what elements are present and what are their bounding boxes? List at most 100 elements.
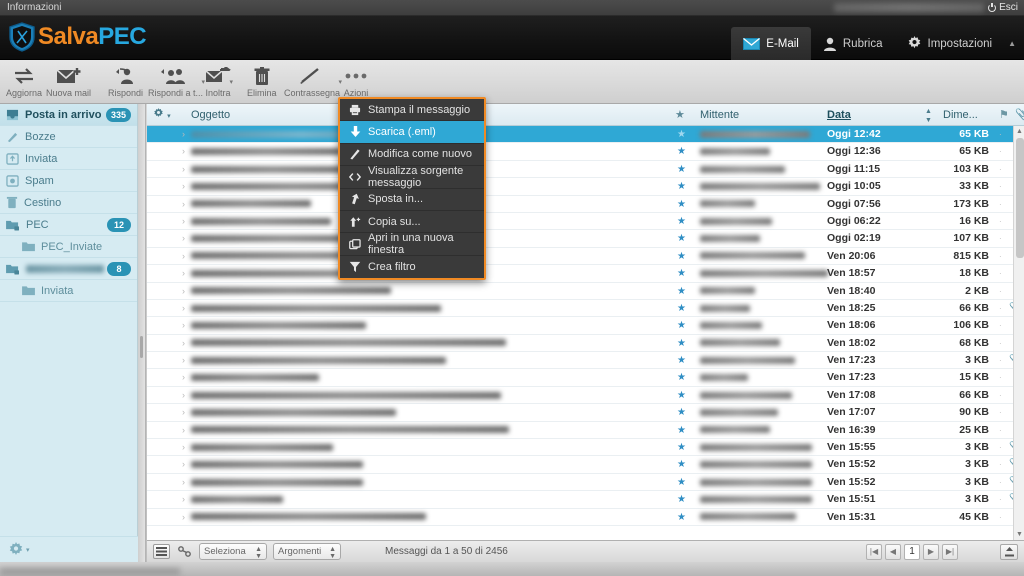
page-prev-button[interactable]: ◀ <box>885 543 901 560</box>
flag-column-dot[interactable]: · <box>999 369 1002 386</box>
star-icon[interactable]: ★ <box>677 265 686 282</box>
star-icon[interactable]: ★ <box>677 230 686 247</box>
caret-up-icon[interactable]: ▲ <box>1014 126 1024 137</box>
message-row[interactable]: ›★Ven 15:553 KB·📎 <box>147 439 1024 457</box>
star-icon[interactable]: ★ <box>675 104 685 126</box>
message-row[interactable]: › ★ Oggi 10:05 33 KB · <box>147 178 1024 196</box>
toolbar-contrassegna-button[interactable]: Contrassegna ▾ <box>284 62 343 102</box>
flag-column-dot[interactable]: · <box>999 178 1002 195</box>
star-icon[interactable]: ★ <box>677 196 686 213</box>
star-icon[interactable]: ★ <box>677 248 686 265</box>
sidebar-folder-spam[interactable]: Spam <box>0 170 137 192</box>
flag-column-dot[interactable]: · <box>999 300 1002 317</box>
page-last-button[interactable]: ▶| <box>942 543 958 560</box>
star-icon[interactable]: ★ <box>677 317 686 334</box>
splitter-grip[interactable] <box>140 336 143 358</box>
message-row[interactable]: ›★Ven 17:233 KB·📎 <box>147 352 1024 370</box>
page-first-button[interactable]: |◀ <box>866 543 882 560</box>
tab-impostazioni[interactable]: Impostazioni <box>895 27 1005 60</box>
star-icon[interactable]: ★ <box>677 509 686 526</box>
caret-down-icon[interactable]: ▼ <box>1014 529 1024 540</box>
sidebar-folder-bozze[interactable]: Bozze <box>0 126 137 148</box>
flag-column-dot[interactable]: · <box>999 422 1002 439</box>
toolbar-inoltra-button[interactable]: Inoltra ▾ <box>205 62 233 102</box>
star-icon[interactable]: ★ <box>677 387 686 404</box>
message-row[interactable]: › ★ Ven 17:07 90 KB · <box>147 404 1024 422</box>
message-row[interactable]: › ★ Ven 20:06 815 KB · <box>147 248 1024 266</box>
star-icon[interactable]: ★ <box>677 456 686 473</box>
star-icon[interactable]: ★ <box>677 439 686 456</box>
message-row[interactable]: › ★ Ven 18:06 106 KB · <box>147 317 1024 335</box>
gear-icon[interactable] <box>8 541 24 558</box>
star-icon[interactable]: ★ <box>677 491 686 508</box>
message-row[interactable]: ›★Ven 15:513 KB·📎 <box>147 491 1024 509</box>
flag-column-dot[interactable]: · <box>999 439 1002 456</box>
column-header-mittente[interactable]: Mittente <box>700 104 739 126</box>
message-row[interactable]: › ★ Oggi 07:56 173 KB · <box>147 196 1024 213</box>
star-icon[interactable]: ★ <box>677 335 686 352</box>
settings-caret-icon[interactable]: ▾ <box>26 546 30 554</box>
flag-column-dot[interactable]: · <box>999 456 1002 473</box>
message-row[interactable]: › ★ Ven 16:39 25 KB · <box>147 422 1024 440</box>
menu-item-stampa-il-messaggio[interactable]: Stampa il messaggio <box>340 99 484 122</box>
star-icon[interactable]: ★ <box>677 474 686 491</box>
menu-item-sposta-in[interactable]: Sposta in... <box>340 189 484 211</box>
star-icon[interactable]: ★ <box>677 161 686 178</box>
star-icon[interactable]: ★ <box>677 178 686 195</box>
flag-column-dot[interactable]: · <box>999 491 1002 508</box>
toolbar-rispondi-button[interactable]: Rispondi <box>108 62 143 102</box>
message-row[interactable]: ›★Ven 18:2566 KB·📎 <box>147 300 1024 318</box>
star-icon[interactable]: ★ <box>677 369 686 386</box>
sidebar-folder-pec[interactable]: PEC 12 <box>0 214 137 236</box>
message-list-scrollbar[interactable]: ▲ ▼ <box>1013 126 1024 540</box>
flag-column-dot[interactable]: · <box>999 161 1002 178</box>
message-row[interactable]: › ★ Oggi 12:42 65 KB · <box>147 126 1024 144</box>
sidebar-folder-inviata[interactable]: Inviata <box>0 280 137 302</box>
select-dropdown[interactable]: Seleziona ▲ ▼ <box>199 543 267 560</box>
column-header-dimensione[interactable]: Dime... <box>943 104 978 126</box>
paperclip-icon[interactable]: 📎 <box>1015 104 1024 126</box>
star-icon[interactable]: ★ <box>677 213 686 230</box>
flag-icon[interactable]: ⚑ <box>999 104 1009 126</box>
list-view-icon[interactable] <box>153 544 170 559</box>
message-row[interactable]: › ★ Oggi 02:19 107 KB · <box>147 230 1024 248</box>
menu-item-modifica-come-nuovo[interactable]: Modifica come nuovo <box>340 144 484 167</box>
flag-column-dot[interactable]: · <box>999 126 1002 143</box>
toolbar-nuova-mail-button[interactable]: Nuova mail <box>46 62 91 102</box>
flag-column-dot[interactable]: · <box>999 230 1002 247</box>
menu-item-crea-filtro[interactable]: Crea filtro <box>340 256 484 278</box>
flag-column-dot[interactable]: · <box>999 404 1002 421</box>
menu-item-copia-su[interactable]: Copia su... <box>340 211 484 234</box>
flag-column-dot[interactable]: · <box>999 265 1002 282</box>
message-row[interactable]: › ★ Oggi 12:36 65 KB · <box>147 143 1024 161</box>
flag-column-dot[interactable]: · <box>999 248 1002 265</box>
message-row[interactable]: › ★ Ven 18:57 18 KB · <box>147 265 1024 283</box>
message-row[interactable]: › ★ Ven 17:23 15 KB · <box>147 369 1024 387</box>
star-icon[interactable]: ★ <box>677 126 686 143</box>
chevron-down-icon[interactable]: ▾ <box>339 78 343 86</box>
message-row[interactable]: ›★Ven 15:523 KB·📎 <box>147 456 1024 474</box>
menu-item-apri-in-una-nuova-finestra[interactable]: Apri in una nuova finestra <box>340 232 484 256</box>
sidebar-folder-posta-in-arrivo[interactable]: Posta in arrivo 335 <box>0 104 137 126</box>
star-icon[interactable]: ★ <box>677 352 686 369</box>
flag-column-dot[interactable]: · <box>999 352 1002 369</box>
threads-icon[interactable] <box>176 544 193 559</box>
flag-column-dot[interactable]: · <box>999 335 1002 352</box>
logout-button[interactable]: Esci <box>988 2 1018 13</box>
star-icon[interactable]: ★ <box>677 283 686 300</box>
flag-column-dot[interactable]: · <box>999 283 1002 300</box>
app-logo[interactable]: SalvaPEC <box>8 22 147 52</box>
toolbar-rispondi-a-tutti-button[interactable]: Rispondi a t... ▾ <box>148 62 205 102</box>
page-next-button[interactable]: ▶ <box>923 543 939 560</box>
star-icon[interactable]: ★ <box>677 404 686 421</box>
menu-item-scarica-eml[interactable]: Scarica (.eml) <box>340 121 484 144</box>
tab-email[interactable]: E-Mail <box>731 27 811 60</box>
sidebar-folder-inviata[interactable]: Inviata <box>0 148 137 170</box>
star-icon[interactable]: ★ <box>677 422 686 439</box>
tab-rubrica[interactable]: Rubrica <box>811 27 895 60</box>
chevron-down-icon[interactable]: ▾ <box>229 78 233 86</box>
message-row[interactable]: › ★ Ven 17:08 66 KB · <box>147 387 1024 405</box>
sidebar-splitter[interactable] <box>138 104 146 562</box>
flag-column-dot[interactable]: · <box>999 474 1002 491</box>
flag-column-dot[interactable]: · <box>999 143 1002 160</box>
